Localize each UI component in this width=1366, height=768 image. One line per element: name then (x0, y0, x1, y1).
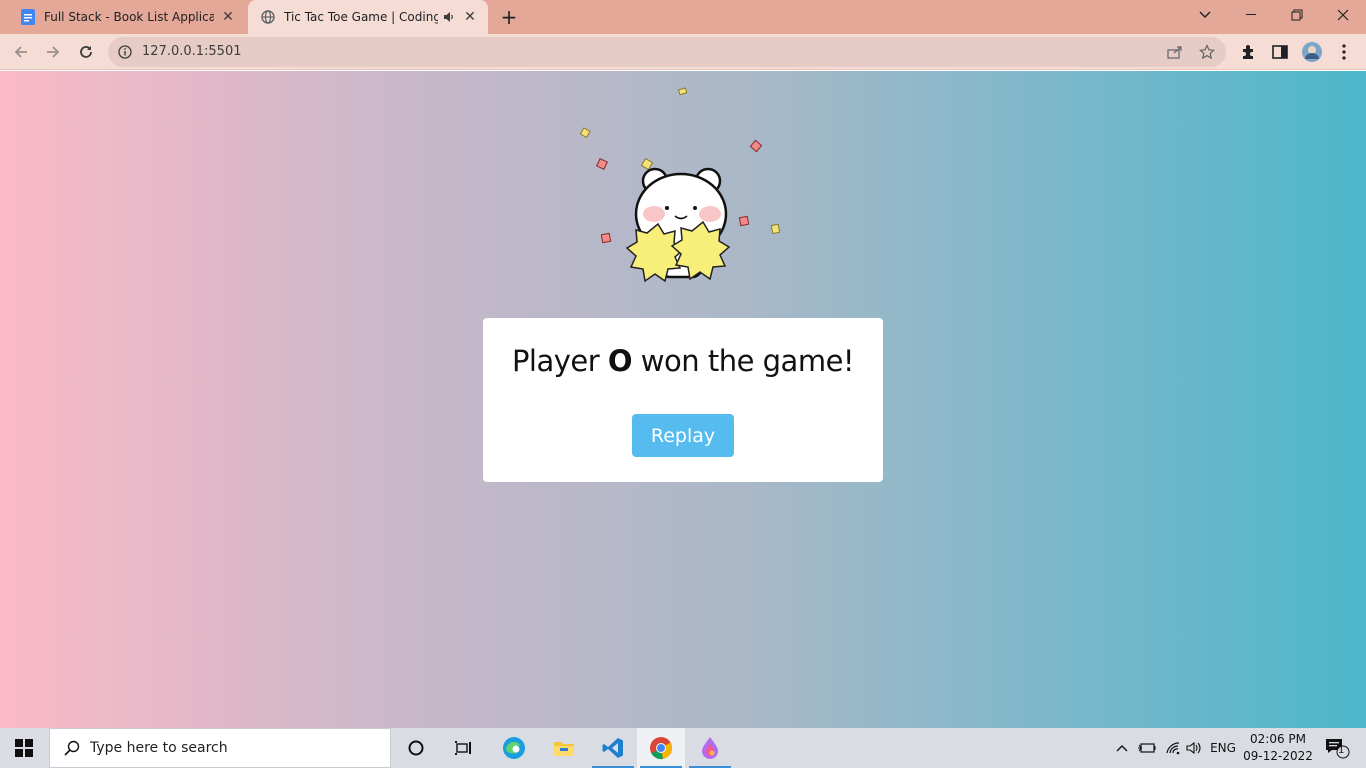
battery-icon[interactable] (1136, 728, 1158, 768)
tab-strip: Full Stack - Book List Application ✕ Tic… (0, 0, 1366, 34)
speaker-icon[interactable] (442, 10, 456, 24)
profile-avatar[interactable] (1302, 42, 1322, 62)
google-docs-icon (20, 9, 36, 25)
reload-icon[interactable] (73, 39, 99, 65)
game-page: Player O won the game! Replay (0, 71, 1366, 728)
clock-time: 02:06 PM (1250, 732, 1306, 746)
notification-count: 1 (1338, 745, 1345, 756)
taskbar-search-box[interactable]: Type here to search (49, 728, 391, 768)
side-panel-icon[interactable] (1270, 42, 1290, 62)
cortana-icon[interactable] (392, 728, 440, 768)
result-message: Player O won the game! (483, 344, 883, 378)
windows-taskbar: Type here to search ENG 02:06 PM 09-12-2… (0, 728, 1366, 768)
restore-icon[interactable] (1274, 0, 1320, 30)
forward-arrow-icon[interactable] (40, 39, 66, 65)
tab-title: Full Stack - Book List Application (44, 10, 214, 24)
winner-symbol: O (607, 344, 633, 378)
new-tab-button[interactable]: + (497, 5, 521, 29)
browser-toolbar: 127.0.0.1:5501 (0, 34, 1366, 70)
paint-3d-icon[interactable] (686, 728, 734, 768)
notification-icon[interactable]: 1 (1320, 728, 1354, 768)
result-prefix: Player (511, 344, 600, 378)
address-bar[interactable]: 127.0.0.1:5501 (108, 37, 1226, 67)
chrome-icon[interactable] (637, 728, 685, 768)
minimize-icon[interactable] (1228, 0, 1274, 30)
search-icon (62, 738, 82, 758)
file-explorer-icon[interactable] (540, 728, 588, 768)
search-placeholder: Type here to search (90, 740, 228, 756)
edge-icon[interactable] (490, 728, 538, 768)
vscode-icon[interactable] (589, 728, 637, 768)
globe-icon (260, 9, 276, 25)
volume-icon[interactable] (1184, 728, 1204, 768)
close-window-icon[interactable] (1320, 0, 1366, 30)
wifi-icon[interactable] (1162, 728, 1184, 768)
back-arrow-icon[interactable] (8, 39, 34, 65)
menu-dots-icon[interactable] (1334, 42, 1354, 62)
task-view-icon[interactable] (440, 728, 488, 768)
system-clock[interactable]: 02:06 PM 09-12-2022 (1240, 731, 1316, 765)
url-text[interactable]: 127.0.0.1:5501 (142, 44, 242, 59)
bookmark-star-icon[interactable] (1198, 43, 1216, 61)
cheering-bear-illustration (579, 87, 781, 283)
close-tab-icon[interactable]: ✕ (220, 9, 236, 25)
extensions-icon[interactable] (1238, 42, 1258, 62)
chevron-up-icon[interactable] (1112, 728, 1132, 768)
clock-date: 09-12-2022 (1243, 749, 1313, 763)
tab-tic-tac-toe[interactable]: Tic Tac Toe Game | CodingNepal ✕ (248, 0, 488, 34)
result-suffix: won the game! (640, 344, 855, 378)
share-icon[interactable] (1166, 43, 1184, 61)
windows-start-icon[interactable] (0, 728, 48, 768)
tab-search-icon[interactable] (1182, 0, 1228, 30)
info-icon[interactable] (118, 44, 134, 60)
result-box: Player O won the game! Replay (483, 318, 883, 482)
tab-title: Tic Tac Toe Game | CodingNepal (284, 10, 438, 24)
replay-button[interactable]: Replay (632, 414, 734, 457)
tab-book-list[interactable]: Full Stack - Book List Application ✕ (8, 0, 246, 34)
close-tab-icon[interactable]: ✕ (462, 9, 478, 25)
language-indicator[interactable]: ENG (1206, 728, 1240, 768)
